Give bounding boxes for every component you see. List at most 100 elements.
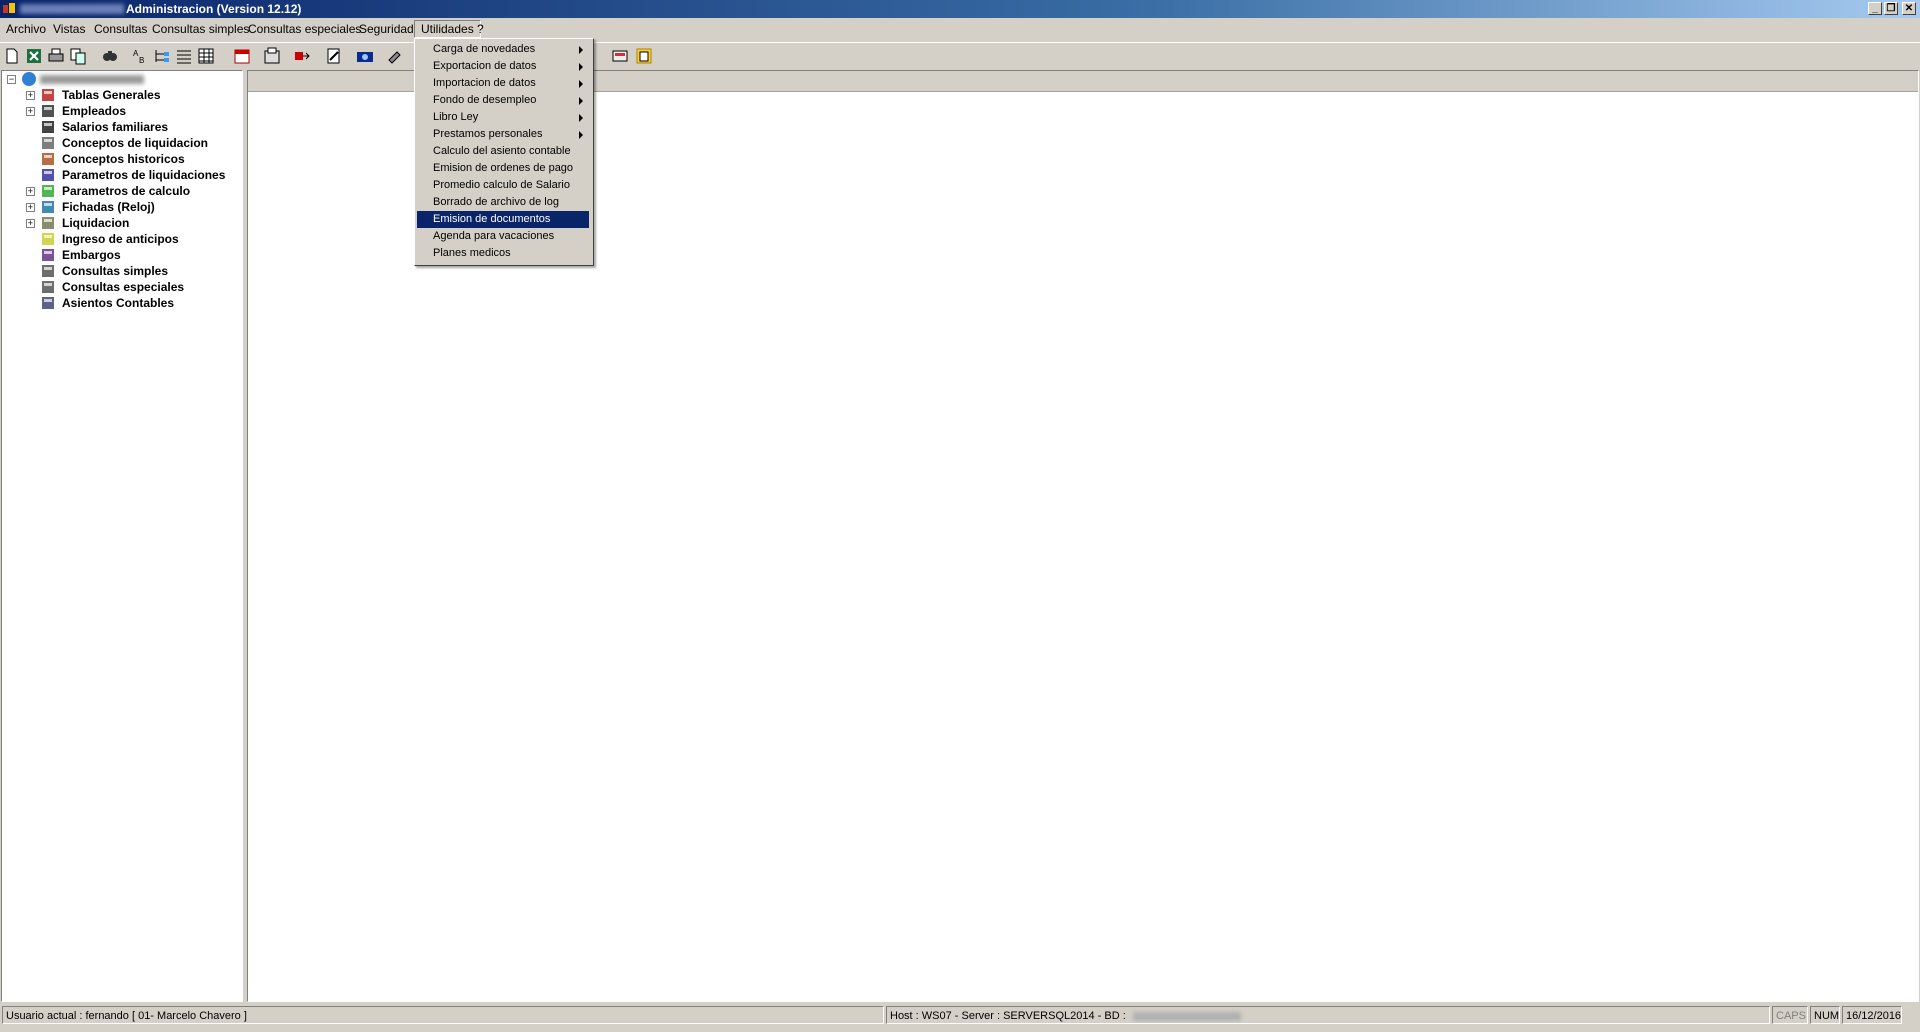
export-icon[interactable]: [292, 46, 312, 66]
tree-item-ingreso-de-anticipos[interactable]: Ingreso de anticipos: [62, 231, 179, 247]
cash-icon[interactable]: [355, 46, 375, 66]
root-collapse-icon[interactable]: −: [7, 75, 16, 84]
expand-parametros-de-calculo-icon[interactable]: +: [26, 187, 35, 196]
history-icon: [42, 153, 54, 165]
menu-item-libro-ley[interactable]: Libro Ley: [417, 109, 589, 126]
submenu-arrow-icon: [579, 46, 583, 54]
excel-icon[interactable]: [24, 46, 44, 66]
submenu-arrow-icon: [579, 131, 583, 139]
menu-bar: Archivo Vistas Consultas Consultas simpl…: [0, 19, 1920, 39]
tree-item-conceptos-historicos[interactable]: Conceptos historicos: [62, 151, 185, 167]
menu-item-label: Importacion de datos: [433, 77, 536, 89]
globe-icon: [22, 72, 36, 86]
menu-vistas[interactable]: Vistas: [47, 21, 91, 37]
app-icon: [3, 3, 15, 13]
tree-item-liquidacion[interactable]: Liquidacion: [62, 215, 129, 231]
expand-tablas-generales-icon[interactable]: +: [26, 91, 35, 100]
tree-view-icon[interactable]: [152, 46, 172, 66]
title-bar[interactable]: Administracion (Version 12.12) _ ❐ ✕: [0, 0, 1920, 18]
find-icon[interactable]: [100, 46, 120, 66]
copy-icon[interactable]: [68, 46, 88, 66]
menu-item-agenda-para-vacaciones[interactable]: Agenda para vacaciones: [417, 228, 589, 245]
tree-item-asientos-contables[interactable]: Asientos Contables: [62, 295, 174, 311]
tree-item-consultas-especiales[interactable]: Consultas especiales: [62, 279, 184, 295]
menu-item-fondo-de-desempleo[interactable]: Fondo de desempleo: [417, 92, 589, 109]
calc-icon: [42, 185, 54, 197]
menu-item-planes-medicos[interactable]: Planes medicos: [417, 245, 589, 262]
payroll-icon: [42, 217, 54, 229]
menu-item-label: Libro Ley: [433, 111, 479, 123]
tree-item-parametros-de-liquidaciones[interactable]: Parametros de liquidaciones: [62, 167, 225, 183]
navigation-tree[interactable]: − + Tablas Generales + Empleados Salarios fa…: [1, 70, 243, 1002]
status-num: NUM: [1810, 1006, 1840, 1024]
accounting-icon: [42, 297, 54, 309]
print-icon[interactable]: [46, 46, 66, 66]
menu-item-emision-de-ordenes-de-pago[interactable]: Emision de ordenes de pago: [417, 160, 589, 177]
status-bar: Usuario actual : fernando [ 01- Marcelo …: [0, 1004, 1920, 1028]
tree-item-parametros-de-calculo[interactable]: Parametros de calculo: [62, 183, 190, 199]
svg-text:B: B: [139, 56, 144, 65]
calendar-icon[interactable]: [232, 46, 252, 66]
tree-item-tablas-generales[interactable]: Tablas Generales: [62, 87, 161, 103]
status-connection: Host : WS07 - Server : SERVERSQL2014 - B…: [886, 1006, 1770, 1024]
close-button[interactable]: ✕: [1902, 2, 1916, 15]
toolbar: AB: [0, 42, 1920, 70]
query-special-icon: [42, 281, 54, 293]
expand-fichadas-reloj-icon[interactable]: +: [26, 203, 35, 212]
clock-icon: [42, 201, 54, 213]
submenu-arrow-icon: [579, 80, 583, 88]
edit-icon[interactable]: [324, 46, 344, 66]
menu-item-label: Emision de ordenes de pago: [433, 162, 574, 174]
menu-item-carga-de-novedades[interactable]: Carga de novedades: [417, 41, 589, 58]
folder-icon[interactable]: [634, 46, 654, 66]
status-current-user: Usuario actual : fernando [ 01- Marcelo …: [2, 1006, 884, 1024]
seizure-icon: [42, 249, 54, 261]
blurred-database-name: [40, 75, 144, 84]
menu-archivo[interactable]: Archivo: [0, 21, 52, 37]
menu-item-label: Fondo de desempleo: [433, 94, 537, 106]
menu-item-promedio-calculo-de-salario[interactable]: Promedio calculo de Salario: [417, 177, 589, 194]
tree-item-empleados[interactable]: Empleados: [62, 103, 126, 119]
window-title: Administracion (Version 12.12): [126, 2, 302, 16]
new-file-icon[interactable]: [2, 46, 22, 66]
tools-icon[interactable]: [385, 46, 405, 66]
tree-item-conceptos-de-liquidacion[interactable]: Conceptos de liquidacion: [62, 135, 208, 151]
menu-item-borrado-de-archivo-de-log[interactable]: Borrado de archivo de log: [417, 194, 589, 211]
menu-item-label: Exportacion de datos: [433, 60, 537, 72]
expand-empleados-icon[interactable]: +: [26, 107, 35, 116]
blurred-user-name: [20, 4, 124, 14]
menu-consultas-simples[interactable]: Consultas simples: [146, 21, 255, 37]
tree-item-consultas-simples[interactable]: Consultas simples: [62, 263, 168, 279]
menu-item-label: Borrado de archivo de log: [433, 196, 559, 208]
menu-help[interactable]: ?: [471, 21, 490, 37]
menu-item-label: Carga de novedades: [433, 43, 536, 55]
menu-item-calculo-del-asiento-contable[interactable]: Calculo del asiento contable: [417, 143, 589, 160]
submenu-arrow-icon: [579, 114, 583, 122]
expand-liquidacion-icon[interactable]: +: [26, 219, 35, 228]
tree-item-salarios-familiares[interactable]: Salarios familiares: [62, 119, 168, 135]
minimize-button[interactable]: _: [1868, 2, 1882, 15]
status-host-label: Host : WS07 - Server : SERVERSQL2014 - B…: [890, 1010, 1126, 1022]
family-icon: [42, 121, 54, 133]
tree-item-fichadas-reloj[interactable]: Fichadas (Reloj): [62, 199, 155, 215]
menu-item-emision-de-documentos[interactable]: Emision de documentos: [417, 211, 589, 228]
restore-button[interactable]: ❐: [1884, 2, 1898, 15]
grid-view-icon[interactable]: [196, 46, 216, 66]
menu-item-importacion-de-datos[interactable]: Importacion de datos: [417, 75, 589, 92]
properties-icon[interactable]: [262, 46, 282, 66]
params-icon: [42, 169, 54, 181]
sort-icon[interactable]: AB: [130, 46, 150, 66]
menu-seguridad[interactable]: Seguridad: [353, 21, 420, 37]
menu-item-label: Agenda para vacaciones: [433, 230, 555, 242]
list-view-icon[interactable]: [174, 46, 194, 66]
report-icon[interactable]: [610, 46, 630, 66]
menu-consultas[interactable]: Consultas: [88, 21, 153, 37]
menu-item-label: Promedio calculo de Salario: [433, 179, 570, 191]
menu-consultas-especiales[interactable]: Consultas especiales: [242, 21, 367, 37]
tree-item-embargos[interactable]: Embargos: [62, 247, 121, 263]
menu-item-label: Calculo del asiento contable: [433, 145, 571, 157]
submenu-arrow-icon: [579, 97, 583, 105]
menu-item-prestamos-personales[interactable]: Prestamos personales: [417, 126, 589, 143]
menu-item-exportacion-de-datos[interactable]: Exportacion de datos: [417, 58, 589, 75]
status-caps: CAPS: [1772, 1006, 1808, 1024]
